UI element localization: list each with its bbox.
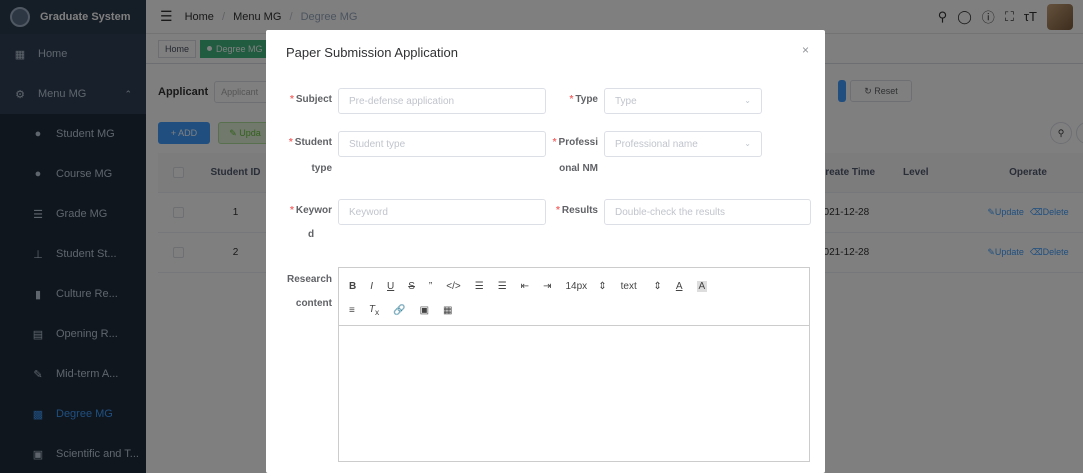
dialog-title: Paper Submission Application [286, 45, 458, 60]
chevron-down-icon: ⌄ [744, 96, 751, 105]
underline-icon[interactable]: U [387, 281, 394, 292]
subject-input[interactable]: Pre-defense application [338, 88, 546, 114]
font-color-icon[interactable]: A [676, 281, 683, 292]
ordered-list-icon[interactable]: ☰ [475, 281, 484, 292]
strikethrough-icon[interactable]: S [408, 281, 415, 292]
research-label-cont: content [295, 298, 332, 309]
subject-label: * Subject [289, 94, 332, 105]
editor-toolbar: B I U S ” </> ☰ ☰ ⇤ ⇥ 14px ⇕ text ⇕ A A … [339, 268, 809, 326]
close-icon[interactable]: × [802, 43, 809, 57]
rich-text-editor: B I U S ” </> ☰ ☰ ⇤ ⇥ 14px ⇕ text ⇕ A A … [338, 267, 810, 462]
code-icon[interactable]: </> [446, 281, 460, 292]
student-type-label-cont: type [311, 163, 332, 174]
align-icon[interactable]: ≡ [349, 305, 355, 316]
chevron-down-icon: ⌄ [744, 139, 751, 148]
student-type-input[interactable]: Student type [338, 131, 546, 157]
image-icon[interactable]: ▣ [420, 305, 429, 316]
video-icon[interactable]: ▦ [443, 305, 452, 316]
background-color-icon[interactable]: A [696, 280, 708, 292]
quote-icon[interactable]: ” [429, 281, 432, 292]
bullet-list-icon[interactable]: ☰ [498, 281, 507, 292]
clear-format-icon[interactable]: Tx [369, 304, 379, 317]
bold-icon[interactable]: B [349, 281, 356, 292]
professional-select[interactable]: Professional name ⌄ [604, 131, 762, 157]
format-select[interactable]: text ⇕ [621, 281, 662, 292]
editor-content-area[interactable] [339, 326, 809, 461]
keyword-input[interactable]: Keyword [338, 199, 546, 225]
professional-label: * Professi [552, 137, 598, 148]
type-select[interactable]: Type ⌄ [604, 88, 762, 114]
outdent-icon[interactable]: ⇤ [521, 281, 529, 292]
keyword-label: * Keywor [289, 205, 332, 216]
italic-icon[interactable]: I [370, 281, 373, 292]
keyword-label-cont: d [307, 229, 315, 240]
indent-icon[interactable]: ⇥ [543, 281, 551, 292]
submission-dialog: Paper Submission Application × * Subject … [266, 30, 825, 473]
professional-label-cont: onal NM [559, 163, 598, 174]
results-label: * Results [555, 205, 598, 216]
research-label: Research [286, 274, 332, 285]
font-size-select[interactable]: 14px ⇕ [565, 281, 606, 292]
results-input[interactable]: Double-check the results [604, 199, 811, 225]
link-icon[interactable]: 🔗 [393, 305, 405, 316]
type-label: * Type [569, 94, 598, 105]
student-type-label: * Student [288, 137, 332, 148]
